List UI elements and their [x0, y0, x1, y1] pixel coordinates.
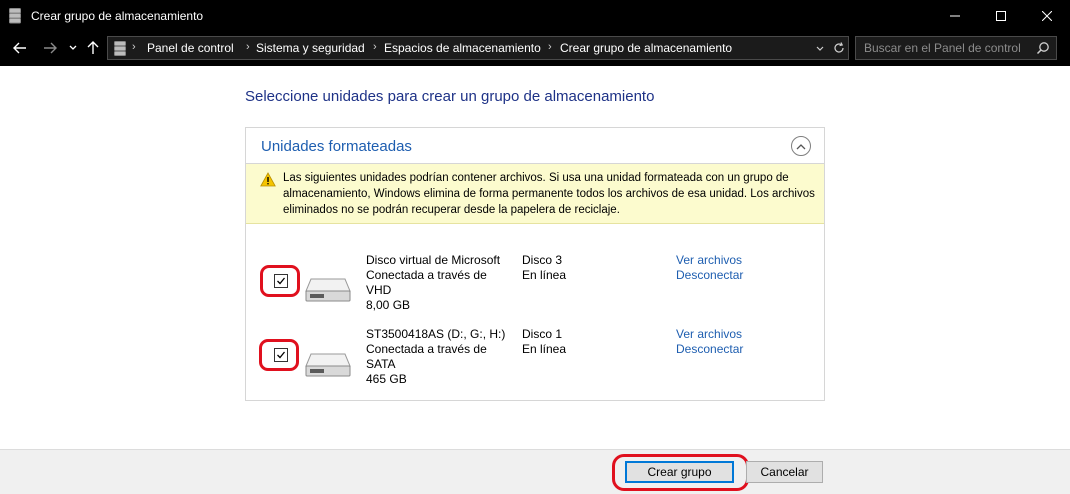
- back-button[interactable]: [10, 38, 30, 58]
- close-button[interactable]: [1024, 0, 1070, 32]
- breadcrumb-espacios-de-almacenamiento[interactable]: Espacios de almacenamiento: [384, 41, 541, 55]
- address-dropdown-button[interactable]: [816, 41, 824, 58]
- forward-arrow-icon: [44, 42, 57, 54]
- navigation-bar: › Panel de control › Sistema y seguridad…: [0, 32, 1070, 66]
- formatted-drives-panel: Unidades formateadas Las siguientes unid…: [245, 127, 825, 401]
- close-icon: [1042, 11, 1052, 21]
- create-pool-button[interactable]: Crear grupo: [625, 461, 734, 483]
- refresh-button[interactable]: [833, 40, 845, 59]
- drive-row: Disco virtual de Microsoft Conectada a t…: [246, 251, 824, 323]
- drive-disk-number: Disco 3: [522, 253, 563, 267]
- view-files-link[interactable]: Ver archivos: [676, 253, 742, 268]
- forward-button[interactable]: [40, 38, 60, 58]
- drive-status: En línea: [522, 342, 567, 356]
- maximize-icon: [996, 11, 1006, 21]
- page-heading: Seleccione unidades para crear un grupo …: [245, 88, 655, 105]
- minimize-icon: [950, 15, 960, 17]
- hard-drive-icon: [305, 353, 351, 377]
- section-title: Unidades formateadas: [261, 138, 412, 155]
- search-placeholder: Buscar en el Panel de control: [864, 41, 1021, 55]
- disconnect-link[interactable]: Desconectar: [676, 268, 743, 283]
- checkmark-icon: [277, 351, 286, 359]
- recent-locations-button[interactable]: [66, 38, 80, 58]
- breadcrumb-crear-grupo[interactable]: Crear grupo de almacenamiento: [560, 41, 732, 55]
- breadcrumb-sistema-y-seguridad[interactable]: Sistema y seguridad: [256, 41, 365, 55]
- drive-disk-number: Disco 1: [522, 327, 563, 341]
- chevron-up-icon: [796, 143, 806, 149]
- drive-row: ST3500418AS (D:, G:, H:) Conectada a tra…: [246, 325, 824, 397]
- checkmark-icon: [277, 277, 286, 285]
- title-bar: Crear grupo de almacenamiento: [0, 0, 1070, 32]
- cancel-button[interactable]: Cancelar: [746, 461, 823, 483]
- drive-connection: Conectada a través de SATA: [366, 342, 487, 371]
- maximize-button[interactable]: [978, 0, 1024, 32]
- up-arrow-icon: [87, 41, 99, 54]
- search-box[interactable]: Buscar en el Panel de control: [855, 36, 1057, 60]
- drive-status: En línea: [522, 268, 567, 282]
- breadcrumb-separator-icon: ›: [373, 41, 377, 53]
- hard-drive-icon: [305, 278, 351, 302]
- warning-text: Las siguientes unidades podrían contener…: [283, 172, 815, 216]
- command-bar: Crear grupo Cancelar: [0, 449, 1070, 494]
- drive-name: ST3500418AS (D:, G:, H:): [366, 327, 506, 341]
- storage-spaces-icon: [114, 41, 126, 56]
- breadcrumb-separator-icon: ›: [246, 41, 250, 53]
- address-bar[interactable]: › Panel de control › Sistema y seguridad…: [107, 36, 849, 60]
- drive-size: 8,00 GB: [366, 298, 411, 312]
- chevron-down-icon: [816, 46, 824, 51]
- view-files-link[interactable]: Ver archivos: [676, 327, 742, 342]
- up-button[interactable]: [84, 38, 102, 58]
- drive-checkbox[interactable]: [274, 348, 288, 362]
- collapse-section-button[interactable]: [791, 136, 811, 156]
- refresh-icon: [834, 42, 844, 53]
- disconnect-link[interactable]: Desconectar: [676, 342, 743, 357]
- drive-name: Disco virtual de Microsoft: [366, 253, 501, 267]
- warning-icon: [260, 172, 276, 187]
- warning-banner: Las siguientes unidades podrían contener…: [246, 164, 824, 224]
- breadcrumb-panel-de-control[interactable]: Panel de control: [147, 41, 234, 55]
- storage-spaces-icon: [9, 8, 21, 24]
- drive-checkbox[interactable]: [274, 274, 288, 288]
- search-icon: [1036, 42, 1049, 55]
- breadcrumb-separator-icon: ›: [132, 41, 136, 53]
- drive-size: 465 GB: [366, 372, 407, 386]
- drive-connection: Conectada a través de VHD: [366, 268, 487, 297]
- back-arrow-icon: [13, 42, 26, 54]
- window-title: Crear grupo de almacenamiento: [31, 9, 204, 23]
- minimize-button[interactable]: [932, 0, 978, 32]
- breadcrumb-separator-icon: ›: [548, 41, 552, 53]
- chevron-down-icon: [69, 45, 77, 50]
